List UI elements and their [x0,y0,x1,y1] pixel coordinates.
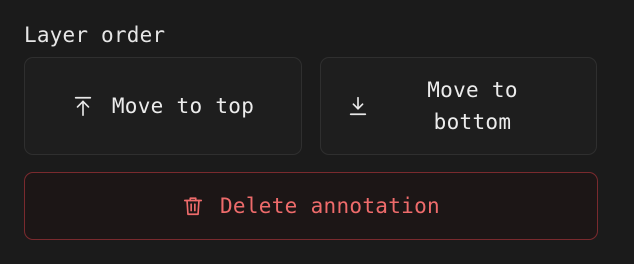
delete-annotation-button[interactable]: Delete annotation [24,172,598,240]
move-to-bottom-label: Move to bottom [427,78,518,134]
section-title-layer-order: Layer order [24,23,166,47]
move-to-bottom-button[interactable]: Move to bottom [320,57,597,155]
move-to-top-button[interactable]: Move to top [24,57,302,155]
trash-icon [182,195,204,217]
delete-annotation-label: Delete annotation [219,194,441,218]
arrow-down-to-line-icon [347,95,369,117]
move-to-top-label: Move to top [111,94,255,118]
arrow-up-to-line-icon [72,95,94,117]
